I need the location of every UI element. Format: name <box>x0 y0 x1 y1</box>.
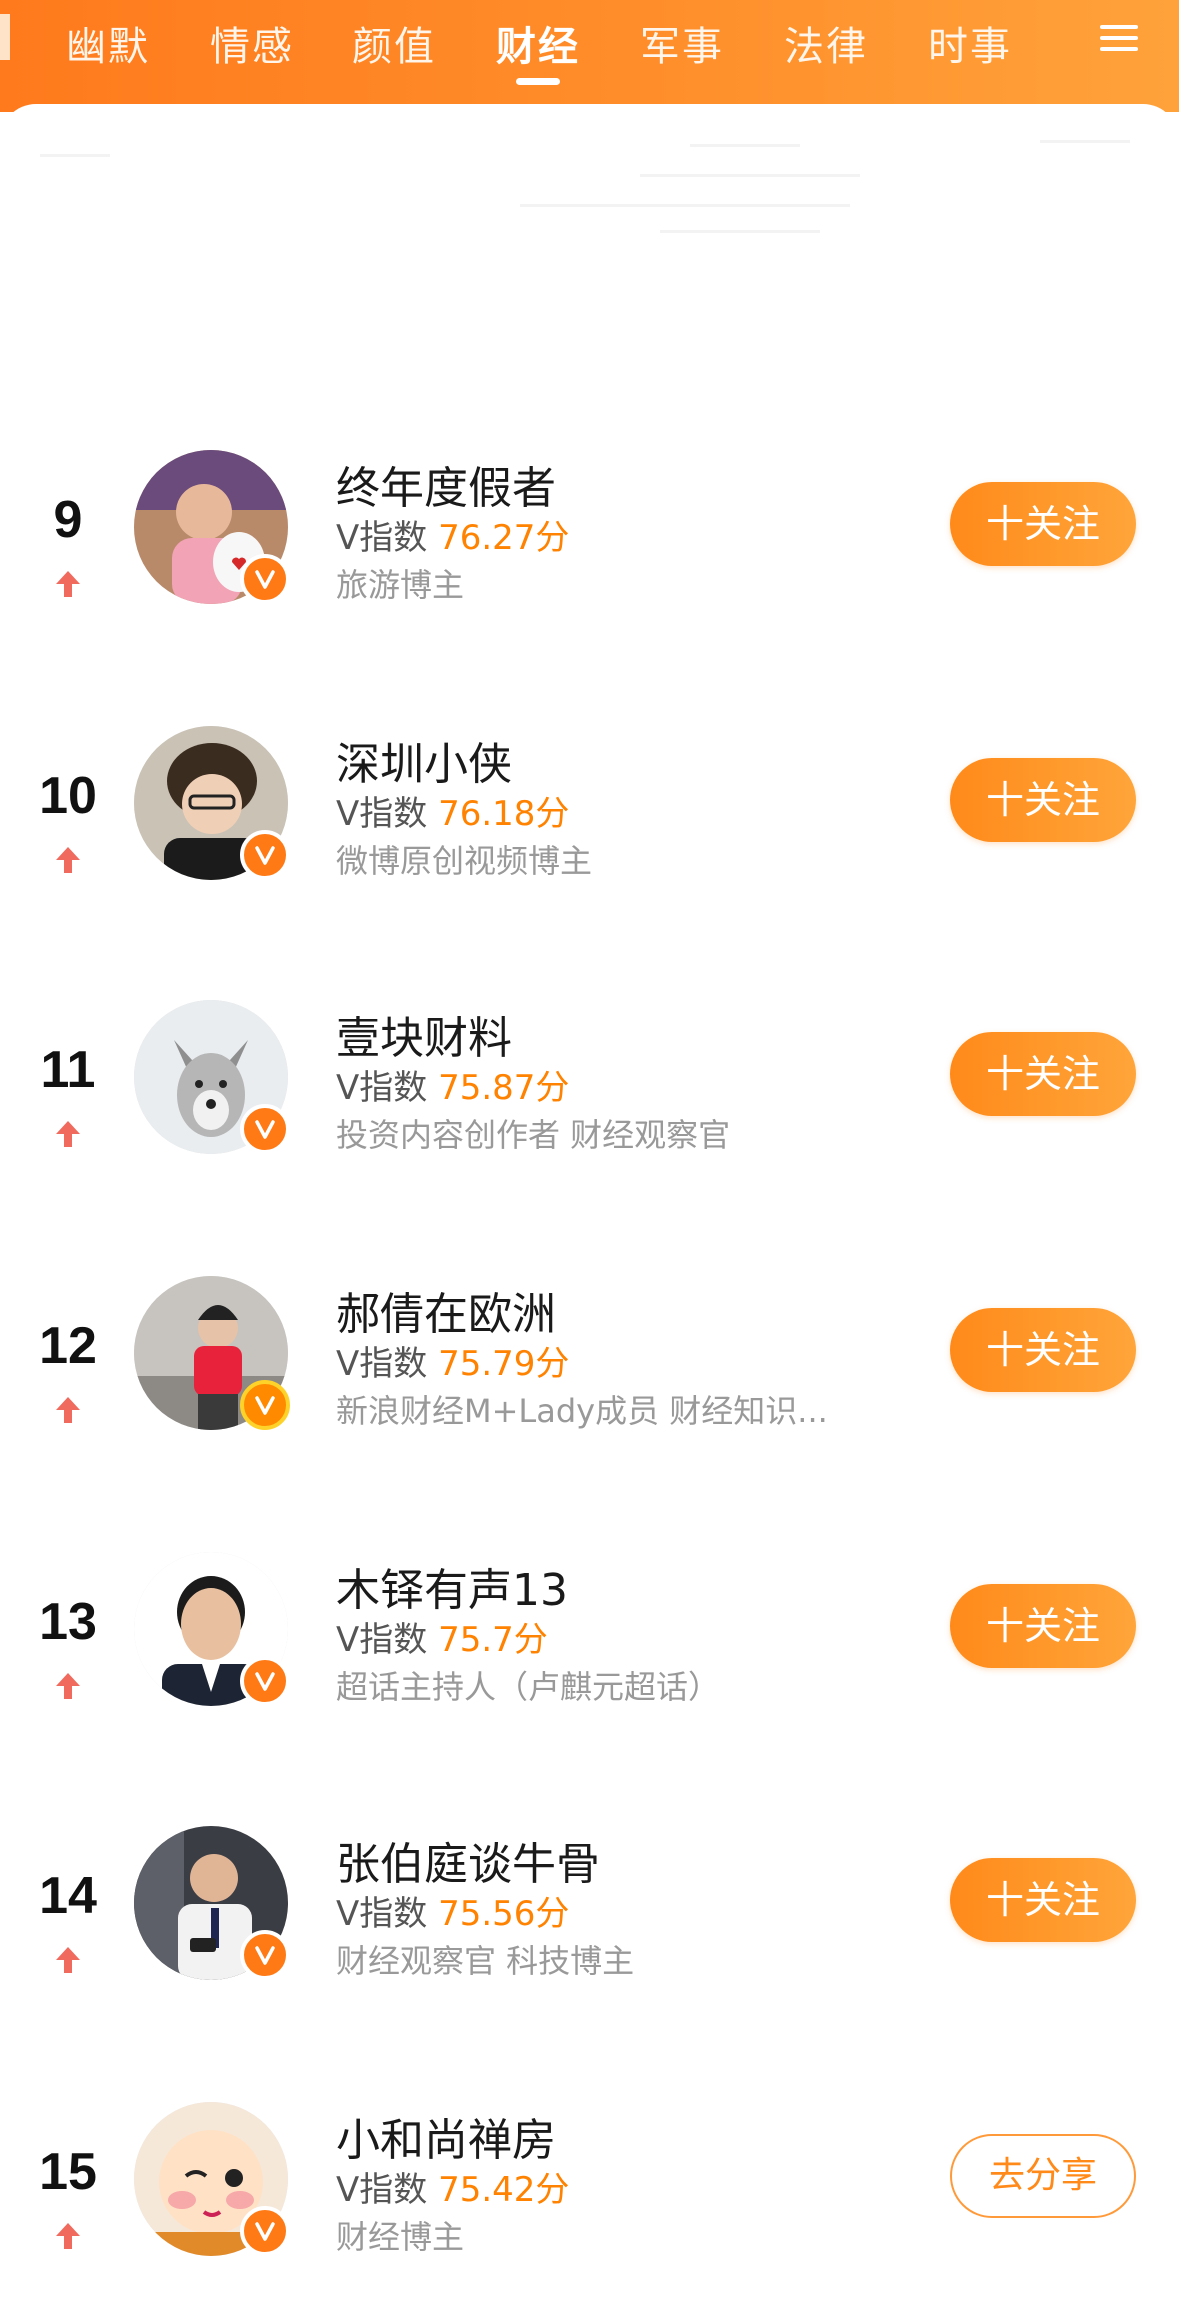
v-index-score: V指数 75.42分 <box>336 2170 570 2210</box>
v-index-score: V指数 76.18分 <box>336 794 570 834</box>
ranking-row-10[interactable]: 10 深圳小侠 V指数 76.18分 微博原创视频博主 十关注 <box>0 726 1179 926</box>
verified-v-icon <box>240 1656 290 1706</box>
ranking-row-14[interactable]: 14 张伯庭谈牛骨 V指数 75.56分 财经观察官 科技博主 十关注 <box>0 1826 1179 2026</box>
user-description: 财经观察官 科技博主 <box>336 1942 635 1980</box>
rank-number: 9 <box>53 491 83 549</box>
user-name[interactable]: 终年度假者 <box>336 452 556 516</box>
tab-finance[interactable]: 财经 <box>496 14 580 72</box>
user-name[interactable]: 深圳小侠 <box>336 728 512 792</box>
verified-v-icon <box>240 2206 290 2256</box>
user-description: 微博原创视频博主 <box>336 842 593 880</box>
user-name[interactable]: 木铎有声13 <box>336 1554 568 1618</box>
rank-number: 12 <box>39 1317 97 1375</box>
ranking-row-15[interactable]: 15 小和尚禅房 V指数 75.42分 财经博主 去分享 <box>0 2102 1179 2302</box>
v-index-score: V指数 76.27分 <box>336 518 570 558</box>
user-name[interactable]: 壹块财料 <box>336 1002 512 1066</box>
verified-v-icon <box>240 1104 290 1154</box>
v-index-score: V指数 75.87分 <box>336 1068 570 1108</box>
faint-line <box>40 154 110 157</box>
follow-button[interactable]: 十关注 <box>950 1584 1136 1668</box>
rank-up-arrow-icon <box>56 1673 80 1699</box>
menu-icon[interactable] <box>1096 18 1142 64</box>
ranking-row-11[interactable]: 11 壹块财料 V指数 75.87分 投资内容创作者 财经观察官 十关注 <box>0 1000 1179 1200</box>
tab-humor[interactable]: 幽默 <box>66 14 150 72</box>
user-description: 投资内容创作者 财经观察官 <box>336 1116 731 1154</box>
user-description: 旅游博主 <box>336 566 465 604</box>
rank-up-arrow-icon <box>56 571 80 597</box>
verified-v-icon <box>240 554 290 604</box>
user-description: 财经博主 <box>336 2218 465 2256</box>
verified-v-icon <box>240 1930 290 1980</box>
category-bar: ▌ 幽默 情感 颜值 财经 军事 法律 时事 <box>0 0 1179 112</box>
user-name[interactable]: 郝倩在欧洲 <box>336 1278 556 1342</box>
ranking-row-9[interactable]: 9 终年度假者 V指数 76.27分 旅游博主 十关注 <box>0 450 1179 650</box>
tab-law[interactable]: 法律 <box>784 14 868 72</box>
share-button[interactable]: 去分享 <box>950 2134 1136 2218</box>
rank-number: 11 <box>40 1041 96 1099</box>
faint-line <box>1040 140 1130 143</box>
tab-looks[interactable]: 颜值 <box>352 14 436 72</box>
faint-line <box>520 204 850 207</box>
faint-line <box>660 230 820 233</box>
user-description: 新浪财经M+Lady成员 财经知识... <box>336 1392 828 1430</box>
user-description: 超话主持人（卢麒元超话） <box>336 1668 721 1706</box>
user-name[interactable]: 张伯庭谈牛骨 <box>336 1828 600 1892</box>
user-name[interactable]: 小和尚禅房 <box>336 2104 556 2168</box>
rank-number: 10 <box>39 767 97 825</box>
category-tabs: ▌ 幽默 情感 颜值 财经 军事 法律 时事 <box>0 0 1179 90</box>
faint-line <box>690 144 800 147</box>
follow-button[interactable]: 十关注 <box>950 1308 1136 1392</box>
verified-v-icon <box>240 830 290 880</box>
tab-current-affairs[interactable]: 时事 <box>928 14 1012 72</box>
faint-line <box>640 174 860 177</box>
tab-military[interactable]: 军事 <box>640 14 724 72</box>
rank-up-arrow-icon <box>56 1397 80 1423</box>
tab-emotion[interactable]: 情感 <box>210 14 294 72</box>
rank-up-arrow-icon <box>56 1947 80 1973</box>
rank-number: 15 <box>39 2143 97 2201</box>
rank-up-arrow-icon <box>56 847 80 873</box>
ranking-row-12[interactable]: 12 郝倩在欧洲 V指数 75.79分 新浪财经M+Lady成员 财经知识...… <box>0 1276 1179 1476</box>
follow-button[interactable]: 十关注 <box>950 758 1136 842</box>
v-index-score: V指数 75.7分 <box>336 1620 548 1660</box>
tab-partial[interactable]: ▌ <box>0 14 10 60</box>
verified-v-icon <box>240 1380 290 1430</box>
follow-button[interactable]: 十关注 <box>950 1858 1136 1942</box>
active-tab-indicator <box>516 78 560 85</box>
ranking-row-13[interactable]: 13 木铎有声13 V指数 75.7分 超话主持人（卢麒元超话） 十关注 <box>0 1552 1179 1752</box>
rank-up-arrow-icon <box>56 2223 80 2249</box>
v-index-score: V指数 75.56分 <box>336 1894 570 1934</box>
follow-button[interactable]: 十关注 <box>950 1032 1136 1116</box>
rank-up-arrow-icon <box>56 1121 80 1147</box>
v-index-score: V指数 75.79分 <box>336 1344 570 1384</box>
rank-number: 13 <box>39 1593 97 1651</box>
follow-button[interactable]: 十关注 <box>950 482 1136 566</box>
rank-number: 14 <box>39 1867 97 1925</box>
